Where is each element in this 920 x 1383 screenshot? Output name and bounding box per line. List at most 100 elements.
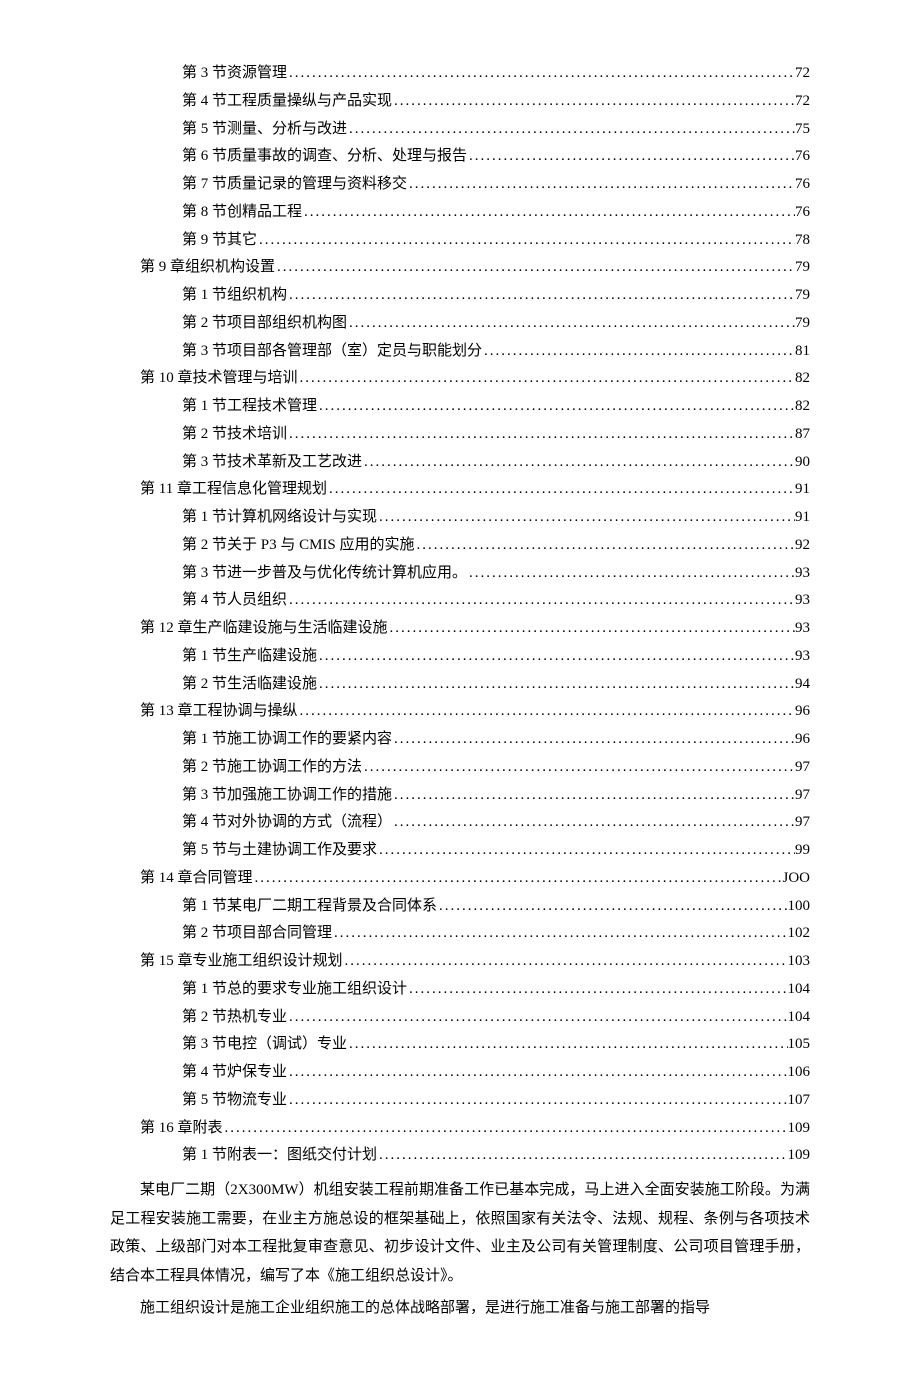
body-paragraph-2: 施工组织设计是施工企业组织施工的总体战略部署，是进行施工准备与施工部署的指导 bbox=[110, 1294, 810, 1323]
toc-leader-dots bbox=[482, 338, 795, 366]
toc-page-number: 90 bbox=[795, 449, 810, 477]
toc-page-number: 109 bbox=[788, 1142, 811, 1170]
toc-page-number: 99 bbox=[795, 837, 810, 865]
toc-title: 第 5 节测量、分析与改进 bbox=[182, 116, 347, 144]
toc-page-number: 76 bbox=[795, 171, 810, 199]
toc-leader-dots bbox=[298, 365, 795, 393]
toc-entry: 第 1 节施工协调工作的要紧内容 96 bbox=[110, 726, 810, 754]
toc-entry: 第 4 节人员组织 93 bbox=[110, 587, 810, 615]
toc-page-number: 96 bbox=[795, 726, 810, 754]
toc-leader-dots bbox=[377, 504, 795, 532]
toc-leader-dots bbox=[392, 809, 795, 837]
toc-page-number: 104 bbox=[788, 976, 811, 1004]
toc-leader-dots bbox=[407, 171, 795, 199]
toc-title: 第 13 章工程协调与操纵 bbox=[140, 698, 298, 726]
toc-entry: 第 1 节某电厂二期工程背景及合同体系 100 bbox=[110, 893, 810, 921]
toc-leader-dots bbox=[392, 88, 795, 116]
toc-title: 第 15 章专业施工组织设计规划 bbox=[140, 948, 343, 976]
toc-leader-dots bbox=[347, 310, 795, 338]
toc-leader-dots bbox=[287, 1004, 787, 1032]
toc-title: 第 2 节施工协调工作的方法 bbox=[182, 754, 362, 782]
toc-page-number: 102 bbox=[788, 920, 811, 948]
toc-title: 第 3 节电控（调试）专业 bbox=[182, 1031, 347, 1059]
toc-title: 第 3 节资源管理 bbox=[182, 60, 287, 88]
toc-entry: 第 3 节加强施工协调工作的措施97 bbox=[110, 782, 810, 810]
toc-entry: 第 2 节技术培训87 bbox=[110, 421, 810, 449]
toc-leader-dots bbox=[302, 199, 795, 227]
toc-page-number: 93 bbox=[795, 615, 810, 643]
toc-page-number: 76 bbox=[795, 143, 810, 171]
toc-entry: 第 1 节计算机网络设计与实现91 bbox=[110, 504, 810, 532]
toc-title: 第 2 节项目部组织机构图 bbox=[182, 310, 347, 338]
toc-leader-dots bbox=[327, 476, 795, 504]
toc-entry: 第 3 节资源管理72 bbox=[110, 60, 810, 88]
toc-entry: 第 4 节工程质量操纵与产品实现 72 bbox=[110, 88, 810, 116]
toc-leader-dots bbox=[347, 116, 795, 144]
toc-title: 第 2 节项目部合同管理 bbox=[182, 920, 332, 948]
toc-title: 第 8 节创精品工程 bbox=[182, 199, 302, 227]
toc-page-number: 93 bbox=[795, 643, 810, 671]
toc-page-number: 96 bbox=[795, 698, 810, 726]
toc-entry: 第 10 章技术管理与培训82 bbox=[110, 365, 810, 393]
toc-title: 第 5 节物流专业 bbox=[182, 1087, 287, 1115]
toc-entry: 第 2 节项目部合同管理 102 bbox=[110, 920, 810, 948]
toc-title: 第 14 章合同管理 bbox=[140, 865, 253, 893]
toc-entry: 第 2 节关于 P3 与 CMIS 应用的实施92 bbox=[110, 532, 810, 560]
toc-page-number: 92 bbox=[795, 532, 810, 560]
toc-title: 第 6 节质量事故的调查、分析、处理与报告 bbox=[182, 143, 467, 171]
toc-entry: 第 11 章工程信息化管理规划91 bbox=[110, 476, 810, 504]
toc-entry: 第 5 节与土建协调工作及要求 99 bbox=[110, 837, 810, 865]
toc-leader-dots bbox=[223, 1115, 788, 1143]
toc-title: 第 1 节附表一：图纸交付计划 bbox=[182, 1142, 377, 1170]
toc-entry: 第 15 章专业施工组织设计规划103 bbox=[110, 948, 810, 976]
toc-title: 第 12 章生产临建设施与生活临建设施 bbox=[140, 615, 388, 643]
toc-entry: 第 4 节对外协调的方式（流程）97 bbox=[110, 809, 810, 837]
toc-title: 第 2 节热机专业 bbox=[182, 1004, 287, 1032]
toc-entry: 第 8 节创精品工程76 bbox=[110, 199, 810, 227]
toc-page-number: 93 bbox=[795, 587, 810, 615]
toc-leader-dots bbox=[415, 532, 795, 560]
toc-title: 第 1 节施工协调工作的要紧内容 bbox=[182, 726, 392, 754]
toc-leader-dots bbox=[287, 421, 795, 449]
toc-page-number: 82 bbox=[795, 365, 810, 393]
toc-page-number: JOO bbox=[782, 865, 810, 893]
toc-title: 第 4 节工程质量操纵与产品实现 bbox=[182, 88, 392, 116]
toc-leader-dots bbox=[343, 948, 788, 976]
toc-title: 第 7 节质量记录的管理与资料移交 bbox=[182, 171, 407, 199]
toc-leader-dots bbox=[298, 698, 795, 726]
toc-entry: 第 14 章合同管理 JOO bbox=[110, 865, 810, 893]
toc-leader-dots bbox=[317, 671, 795, 699]
toc-entry: 第 1 节总的要求专业施工组织设计 104 bbox=[110, 976, 810, 1004]
toc-page-number: 82 bbox=[795, 393, 810, 421]
toc-title: 第 1 节总的要求专业施工组织设计 bbox=[182, 976, 407, 1004]
toc-leader-dots bbox=[467, 560, 795, 588]
toc-entry: 第 5 节测量、分析与改进 75 bbox=[110, 116, 810, 144]
toc-leader-dots bbox=[377, 1142, 787, 1170]
toc-leader-dots bbox=[407, 976, 787, 1004]
toc-page-number: 79 bbox=[795, 282, 810, 310]
toc-page-number: 72 bbox=[795, 88, 810, 116]
toc-entry: 第 3 节进一步普及与优化传统计算机应用。93 bbox=[110, 560, 810, 588]
toc-page-number: 106 bbox=[788, 1059, 811, 1087]
toc-title: 第 5 节与土建协调工作及要求 bbox=[182, 837, 377, 865]
toc-page-number: 107 bbox=[788, 1087, 811, 1115]
toc-entry: 第 1 节生产临建设施93 bbox=[110, 643, 810, 671]
toc-page-number: 91 bbox=[795, 476, 810, 504]
toc-entry: 第 16 章附表109 bbox=[110, 1115, 810, 1143]
toc-page-number: 93 bbox=[795, 560, 810, 588]
toc-title: 第 4 节人员组织 bbox=[182, 587, 287, 615]
toc-entry: 第 1 节附表一：图纸交付计划 109 bbox=[110, 1142, 810, 1170]
toc-title: 第 1 节某电厂二期工程背景及合同体系 bbox=[182, 893, 437, 921]
toc-entry: 第 2 节项目部组织机构图79 bbox=[110, 310, 810, 338]
toc-entry: 第 2 节热机专业104 bbox=[110, 1004, 810, 1032]
toc-page-number: 75 bbox=[795, 116, 810, 144]
toc-entry: 第 3 节项目部各管理部（室）定员与职能划分81 bbox=[110, 338, 810, 366]
toc-leader-dots bbox=[317, 643, 795, 671]
toc-leader-dots bbox=[437, 893, 787, 921]
toc-title: 第 1 节组织机构 bbox=[182, 282, 287, 310]
toc-entry: 第 4 节炉保专业106 bbox=[110, 1059, 810, 1087]
toc-leader-dots bbox=[362, 449, 795, 477]
toc-leader-dots bbox=[392, 726, 795, 754]
toc-page-number: 100 bbox=[788, 893, 811, 921]
toc-title: 第 3 节技术革新及工艺改进 bbox=[182, 449, 362, 477]
